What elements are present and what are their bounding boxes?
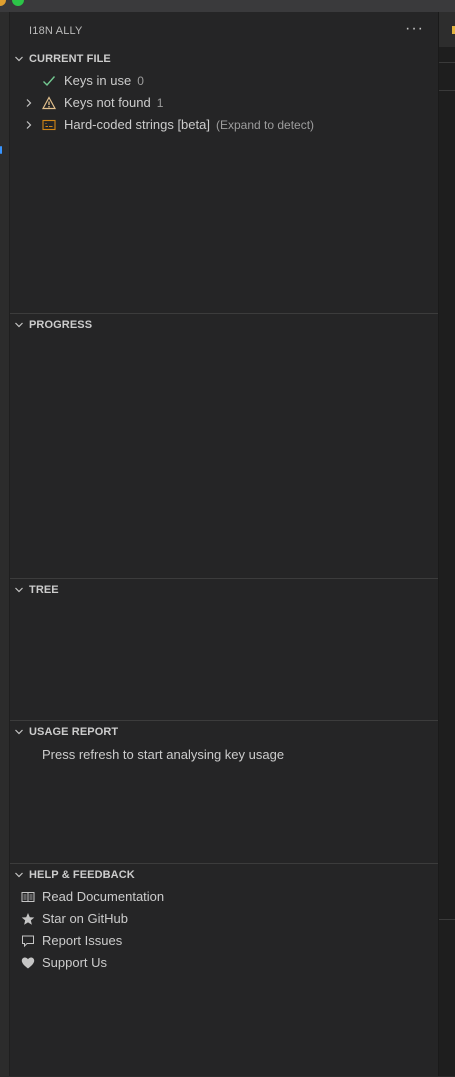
section-header-tree[interactable]: TREE: [10, 579, 438, 601]
tree-item-description: (Expand to detect): [215, 118, 315, 132]
help-item-star-on-github[interactable]: Star on GitHub: [10, 908, 438, 930]
tree-item-keys-in-use[interactable]: Keys in use 0: [10, 70, 438, 92]
star-icon: [21, 913, 35, 925]
section-title: PROGRESS: [29, 319, 93, 331]
tree-item-label: Keys not found: [64, 95, 151, 110]
heart-icon: [21, 957, 35, 969]
section-title: CURRENT FILE: [29, 53, 111, 65]
help-item-label: Star on GitHub: [42, 911, 128, 926]
section-header-usage-report[interactable]: USAGE REPORT: [10, 721, 438, 743]
warning-icon: [42, 96, 56, 110]
help-item-label: Support Us: [42, 955, 108, 970]
tree-item-keys-not-found[interactable]: Keys not found 1: [10, 92, 438, 114]
section-tree: TREE: [10, 578, 438, 720]
gutter-indicator: [0, 146, 2, 154]
tree-item-label: Hard-coded strings [beta]: [64, 117, 210, 132]
string-icon: [42, 119, 56, 131]
usage-report-message: Press refresh to start analysing key usa…: [42, 747, 285, 762]
chevron-right-icon[interactable]: [24, 120, 34, 130]
tree-item-hard-coded-strings[interactable]: Hard-coded strings [beta] (Expand to dete…: [10, 114, 438, 136]
section-header-current-file[interactable]: CURRENT FILE: [10, 48, 438, 70]
editor-divider: [439, 919, 455, 920]
check-icon: [43, 76, 56, 87]
window-top-strip: [0, 0, 455, 12]
book-icon: [21, 892, 35, 902]
help-item-label: Report Issues: [42, 933, 123, 948]
chevron-right-icon[interactable]: [24, 98, 34, 108]
chevron-down-icon: [15, 322, 23, 328]
comment-icon: [22, 935, 34, 948]
section-header-help-feedback[interactable]: HELP & FEEDBACK: [10, 864, 438, 886]
i18n-ally-sidebar: I18N ALLY ··· CURRENT FILE Keys in use 0: [10, 12, 438, 1076]
activity-gutter: [0, 12, 10, 1076]
help-item-report-issues[interactable]: Report Issues: [10, 930, 438, 952]
section-title: USAGE REPORT: [29, 726, 119, 738]
help-item-support-us[interactable]: Support Us: [10, 952, 438, 974]
help-item-read-documentation[interactable]: Read Documentation: [10, 886, 438, 908]
section-header-progress[interactable]: PROGRESS: [10, 314, 438, 336]
section-help-feedback: HELP & FEEDBACK Read Documentation Star …: [10, 863, 438, 1077]
editor-divider: [439, 62, 455, 63]
editor-divider: [439, 90, 455, 91]
tree-item-count: 0: [137, 74, 144, 88]
window-zoom-button[interactable]: [12, 0, 24, 6]
chevron-down-icon: [15, 729, 23, 735]
section-title: TREE: [29, 584, 59, 596]
editor-area: [438, 12, 455, 1076]
chevron-down-icon: [15, 872, 23, 878]
section-title: HELP & FEEDBACK: [29, 869, 135, 881]
window-control-dot[interactable]: [0, 0, 6, 6]
view-title-bar: I18N ALLY ···: [10, 12, 438, 48]
tree-item-label: Keys in use: [64, 73, 132, 88]
editor-tab-bar: [439, 12, 455, 47]
more-actions-button[interactable]: ···: [405, 20, 424, 38]
section-usage-report: USAGE REPORT Press refresh to start anal…: [10, 720, 438, 863]
chevron-down-icon: [15, 587, 23, 593]
panel-title: I18N ALLY: [29, 25, 83, 37]
section-progress: PROGRESS: [10, 313, 438, 578]
help-item-label: Read Documentation: [42, 889, 165, 904]
tree-item-count: 1: [156, 96, 164, 110]
section-current-file: CURRENT FILE Keys in use 0 Keys not found…: [10, 48, 438, 312]
chevron-down-icon: [15, 56, 23, 62]
